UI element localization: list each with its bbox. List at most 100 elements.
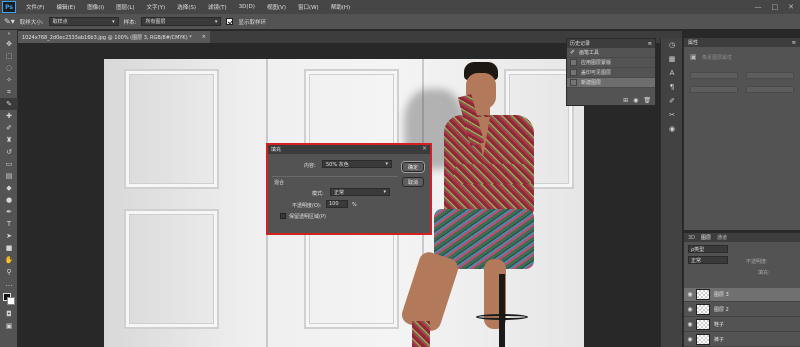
new-document-icon[interactable]: ⊞ xyxy=(623,97,628,104)
quick-mask-icon[interactable]: ◘ xyxy=(0,308,18,320)
door-panel xyxy=(124,69,219,189)
paragraph-icon[interactable]: ¶ xyxy=(661,80,683,94)
camera-icon[interactable]: ◉ xyxy=(633,97,638,104)
menu-window[interactable]: 窗口(W) xyxy=(292,3,325,11)
eye-icon[interactable]: ◉ xyxy=(684,291,696,298)
trash-icon[interactable]: 🗑 xyxy=(643,97,651,104)
contents-value: 50% 灰色 xyxy=(326,161,349,168)
menu-view[interactable]: 视图(V) xyxy=(261,3,292,11)
zoom-tool-icon[interactable]: ⚲ xyxy=(0,266,18,278)
minimize-icon[interactable]: — xyxy=(755,3,762,11)
cancel-button[interactable]: 取消 xyxy=(402,177,424,187)
dodge-tool-icon[interactable]: ● xyxy=(0,194,18,206)
color-swatches-icon[interactable] xyxy=(0,290,18,308)
sample-select[interactable]: 所有图层 ▾ xyxy=(141,17,222,26)
brush-presets-icon[interactable]: ✐ xyxy=(661,94,683,108)
left-leg xyxy=(399,249,461,334)
shape-tool-icon[interactable]: ■ xyxy=(0,242,18,254)
blur-tool-icon[interactable]: ◆ xyxy=(0,182,18,194)
layer-box-icon xyxy=(570,79,577,86)
tab-layers[interactable]: 图层 xyxy=(701,234,711,241)
layer-row-selected[interactable]: ◉ 图层 3 xyxy=(684,288,800,302)
menu-help[interactable]: 帮助(H) xyxy=(325,3,356,11)
layer-name: 图层 3 xyxy=(714,292,729,298)
layer-row[interactable]: ◉ 鞋子 xyxy=(684,318,800,332)
quick-select-tool-icon[interactable]: ✧ xyxy=(0,74,18,86)
sample-size-select[interactable]: 取样点 ▾ xyxy=(48,17,119,26)
close-icon[interactable]: × xyxy=(422,145,427,152)
preserve-transparency-checkbox[interactable] xyxy=(280,213,286,219)
properties-panel-title: 属性 xyxy=(688,40,699,46)
swatches-icon[interactable]: ▦ xyxy=(661,52,683,66)
history-item[interactable]: ✐ 画笔工具 xyxy=(567,48,655,58)
more-tools-icon[interactable]: … xyxy=(0,278,18,290)
layer-row[interactable]: ◉ 图层 2 xyxy=(684,303,800,317)
history-panel: 历史记录 ≡ ✐ 画笔工具 应用图层蒙版 盖印可见图层 新建图层 ⊞ ◉ 🗑 xyxy=(566,38,656,106)
tab-3d[interactable]: 3D xyxy=(688,235,695,241)
menu-filter[interactable]: 滤镜(T) xyxy=(202,3,233,11)
eyedropper-tool-icon[interactable]: ✎▾ xyxy=(4,17,15,26)
close-window-icon[interactable]: ✕ xyxy=(788,3,794,11)
panel-menu-icon[interactable]: ≡ xyxy=(792,40,796,46)
document-tab[interactable]: 1024x768_2d0ec2333ab16b3.jpg @ 100% (图层 … xyxy=(18,31,210,43)
healing-brush-icon[interactable]: ✚ xyxy=(0,110,18,122)
menu-edit[interactable]: 编辑(E) xyxy=(50,3,81,11)
menu-3d[interactable]: 3D(D) xyxy=(233,4,261,10)
stamp-tool-icon[interactable]: ♜ xyxy=(0,134,18,146)
eyedropper-tool-icon[interactable]: ✎ xyxy=(0,98,18,110)
menu-file[interactable]: 文件(F) xyxy=(20,3,50,11)
layer-row[interactable]: ◉ 裤子 xyxy=(684,333,800,347)
menu-select[interactable]: 选择(S) xyxy=(171,3,202,11)
layer-name: 裤子 xyxy=(714,337,725,343)
gradient-tool-icon[interactable]: ▤ xyxy=(0,170,18,182)
crop-tool-icon[interactable]: ⌗ xyxy=(0,86,18,98)
opacity-unit: % xyxy=(352,202,357,208)
group-divider xyxy=(272,176,398,177)
lasso-tool-icon[interactable]: ◌ xyxy=(0,62,18,74)
collapse-toolbar-icon[interactable]: » xyxy=(0,30,18,38)
eye-icon[interactable]: ◉ xyxy=(684,306,696,313)
eraser-tool-icon[interactable]: ▭ xyxy=(0,158,18,170)
move-tool-icon[interactable]: ✥ xyxy=(0,38,18,50)
mode-select[interactable]: 正常 ▾ xyxy=(330,188,390,196)
properties-panel-header[interactable]: 属性 ≡ xyxy=(684,38,800,47)
brush-tool-icon[interactable]: ✐ xyxy=(0,122,18,134)
panel-menu-icon[interactable]: ≡ xyxy=(648,41,652,47)
blending-group-label: 混合 xyxy=(274,180,285,186)
tools-icon[interactable]: ✂ xyxy=(661,108,683,122)
history-item[interactable]: 应用图层蒙版 xyxy=(567,58,655,68)
character-icon[interactable]: A xyxy=(661,66,683,80)
layers-panel-tabs: 3D 图层 通道 xyxy=(684,233,800,242)
history-item-selected[interactable]: 新建图层 xyxy=(567,78,655,88)
blend-mode-select[interactable]: 正常 xyxy=(688,256,728,264)
type-tool-icon[interactable]: T xyxy=(0,218,18,230)
history-icon[interactable]: ◷ xyxy=(661,38,683,52)
history-brush-icon[interactable]: ↺ xyxy=(0,146,18,158)
ok-button[interactable]: 确定 xyxy=(402,162,424,172)
screen-mode-icon[interactable]: ▣ xyxy=(0,320,18,332)
fill-dialog-titlebar[interactable]: 填充 × xyxy=(268,145,430,154)
pen-tool-icon[interactable]: ✒ xyxy=(0,206,18,218)
hand-tool-icon[interactable]: ✋ xyxy=(0,254,18,266)
opacity-label: 不透明度(O): xyxy=(292,203,322,209)
eye-icon[interactable]: ◉ xyxy=(684,336,696,343)
show-ring-checkbox[interactable] xyxy=(226,18,234,25)
path-select-tool-icon[interactable]: ➤ xyxy=(0,230,18,242)
eye-icon[interactable]: ◉ xyxy=(684,321,696,328)
pixel-layer-properties-label: 像素图层属性 xyxy=(702,55,733,61)
history-panel-header[interactable]: 历史记录 ≡ xyxy=(567,39,655,48)
maximize-icon[interactable]: □ xyxy=(772,3,779,11)
menu-image[interactable]: 图像(I) xyxy=(81,3,110,11)
history-item-label: 应用图层蒙版 xyxy=(581,60,612,66)
opacity-input[interactable]: 100 xyxy=(326,200,348,208)
marquee-tool-icon[interactable]: ⬚ xyxy=(0,50,18,62)
height-field xyxy=(746,72,794,79)
menu-layer[interactable]: 图层(L) xyxy=(110,3,140,11)
tab-channels[interactable]: 通道 xyxy=(717,234,727,241)
history-item[interactable]: 盖印可见图层 xyxy=(567,68,655,78)
menu-type[interactable]: 文字(Y) xyxy=(141,3,172,11)
contents-select[interactable]: 50% 灰色 ▾ xyxy=(322,160,392,168)
close-tab-icon[interactable]: × xyxy=(202,34,206,40)
adjustments-icon[interactable]: ◉ xyxy=(661,122,683,136)
layer-filter-select[interactable]: ρ类型 xyxy=(688,245,728,253)
